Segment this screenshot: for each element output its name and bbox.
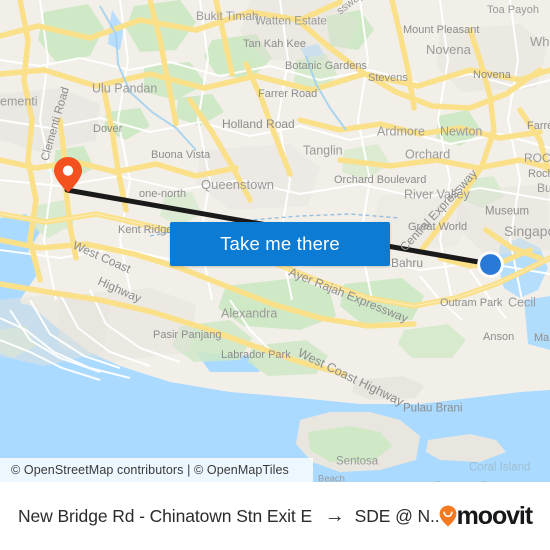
- moovit-pin-icon: [439, 505, 457, 527]
- trip-destination-label: SDE @ N...: [354, 505, 439, 526]
- map-attribution[interactable]: © OpenStreetMap contributors | © OpenMap…: [0, 458, 313, 482]
- origin-dot[interactable]: [476, 250, 505, 279]
- moovit-wordmark: moovit: [456, 501, 533, 530]
- moovit-trip-screen: Bukit Timah Watten Estate ssway Mount Pleas…: [0, 0, 550, 550]
- trip-summary-bar: New Bridge Rd - Chinatown Stn Exit E (..…: [0, 482, 550, 550]
- moovit-logo[interactable]: moovit: [439, 501, 538, 530]
- map-view[interactable]: Bukit Timah Watten Estate ssway Mount Pleas…: [0, 0, 550, 482]
- arrow-right-icon: →: [324, 505, 345, 527]
- destination-pin[interactable]: [52, 156, 84, 194]
- trip-origin-label: New Bridge Rd - Chinatown Stn Exit E (..…: [18, 505, 317, 526]
- take-me-there-button[interactable]: Take me there: [170, 222, 390, 266]
- attribution-text: © OpenStreetMap contributors | © OpenMap…: [11, 463, 289, 477]
